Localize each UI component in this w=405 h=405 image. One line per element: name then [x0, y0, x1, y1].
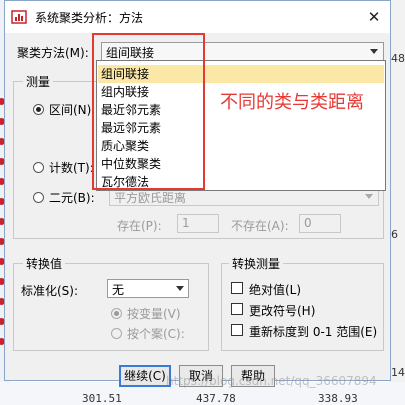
measure-group-title: 测量	[23, 73, 54, 90]
background-cell-value: 338.93	[318, 392, 358, 405]
chevron-down-icon[interactable]	[370, 49, 378, 54]
binary-radio[interactable]	[33, 192, 44, 203]
absolute-values-label: 绝对值(L)	[249, 283, 302, 297]
change-sign-label: 更改符号(H)	[249, 304, 316, 318]
absolute-values-checkbox[interactable]	[231, 282, 243, 294]
rescale-checkbox[interactable]	[231, 324, 243, 336]
counts-radio[interactable]	[33, 162, 44, 173]
app-icon	[11, 10, 27, 24]
by-case-label: 按个案(C):	[127, 327, 185, 341]
continue-button[interactable]: 继续(C)	[119, 365, 171, 387]
watermark-text: https://blog.csdn.net/qq_36607894	[166, 374, 377, 388]
chevron-down-icon[interactable]	[176, 286, 184, 291]
background-cell-value: 301.51	[82, 392, 122, 405]
standardize-label: 标准化(S):	[21, 284, 79, 298]
absent-label: 不存在(A):	[231, 219, 289, 233]
present-value: 1	[182, 216, 190, 230]
transform-measures-title: 转换测量	[229, 255, 284, 272]
background-cell-value: 6	[391, 228, 398, 241]
dialog-title: 系统聚类分析：方法	[35, 11, 144, 25]
absent-value: 0	[304, 216, 312, 230]
standardize-value: 无	[112, 283, 125, 297]
transform-values-title: 转换值	[23, 255, 66, 272]
change-sign-checkbox[interactable]	[231, 303, 243, 315]
by-variable-label: 按变量(V)	[127, 307, 181, 321]
background-cell-value: 437.78	[196, 392, 236, 405]
interval-label: 区间(N):	[49, 103, 96, 117]
binary-label: 二元(B):	[49, 191, 95, 205]
rescale-label: 重新标度到 0-1 范围(E)	[249, 325, 378, 339]
background-cell-value: 48	[391, 52, 405, 65]
annotation-highlight-box	[92, 33, 205, 190]
background-cell-value: 14	[391, 366, 405, 379]
present-label: 存在(P):	[117, 219, 162, 233]
close-button[interactable]: ✕	[362, 5, 386, 29]
by-variable-radio[interactable]	[111, 308, 122, 319]
method-label: 聚类方法(M):	[17, 46, 89, 60]
counts-label: 计数(T):	[49, 161, 94, 175]
absent-input[interactable]: 0	[299, 214, 341, 233]
binary-measure-value: 平方欧氏距离	[114, 191, 187, 205]
title-bar: 系统聚类分析：方法 ✕	[5, 1, 390, 33]
standardize-select[interactable]: 无	[107, 279, 189, 298]
present-input[interactable]: 1	[177, 214, 219, 233]
chevron-down-icon[interactable]	[365, 194, 373, 199]
annotation-text: 不同的类与类距离	[220, 92, 364, 113]
by-case-radio[interactable]	[111, 328, 122, 339]
interval-radio[interactable]	[33, 104, 44, 115]
